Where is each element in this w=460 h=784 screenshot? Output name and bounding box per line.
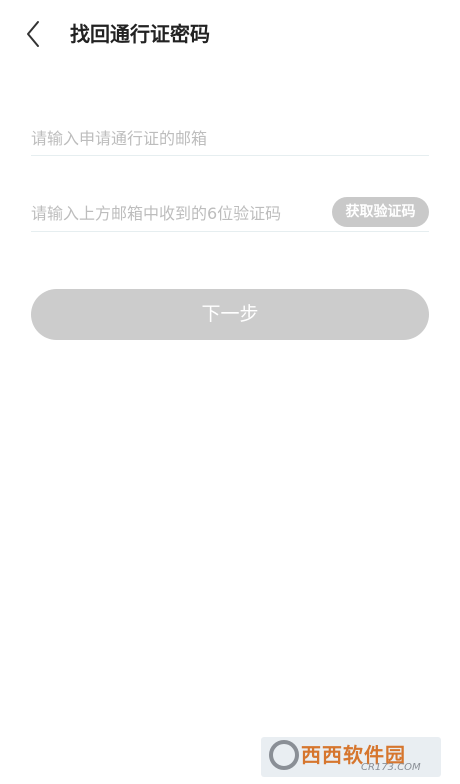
- logo-ring-icon: [269, 740, 299, 770]
- top-bar: 找回通行证密码: [0, 0, 460, 68]
- email-input[interactable]: [31, 123, 429, 153]
- next-step-button[interactable]: 下一步: [31, 289, 429, 340]
- verification-code-input[interactable]: [31, 198, 321, 228]
- watermark-logo: 西西软件园 CR173.COM: [261, 737, 441, 777]
- email-field: [31, 123, 429, 156]
- verification-code-field: 获取验证码: [31, 197, 429, 232]
- get-code-button[interactable]: 获取验证码: [332, 197, 429, 227]
- back-button[interactable]: [16, 16, 52, 52]
- chevron-left-icon: [27, 21, 39, 47]
- page-title: 找回通行证密码: [70, 22, 210, 46]
- watermark-domain: CR173.COM: [361, 762, 421, 773]
- find-password-screen: 找回通行证密码 获取验证码 下一步 西西软件园 CR173.COM: [0, 0, 460, 784]
